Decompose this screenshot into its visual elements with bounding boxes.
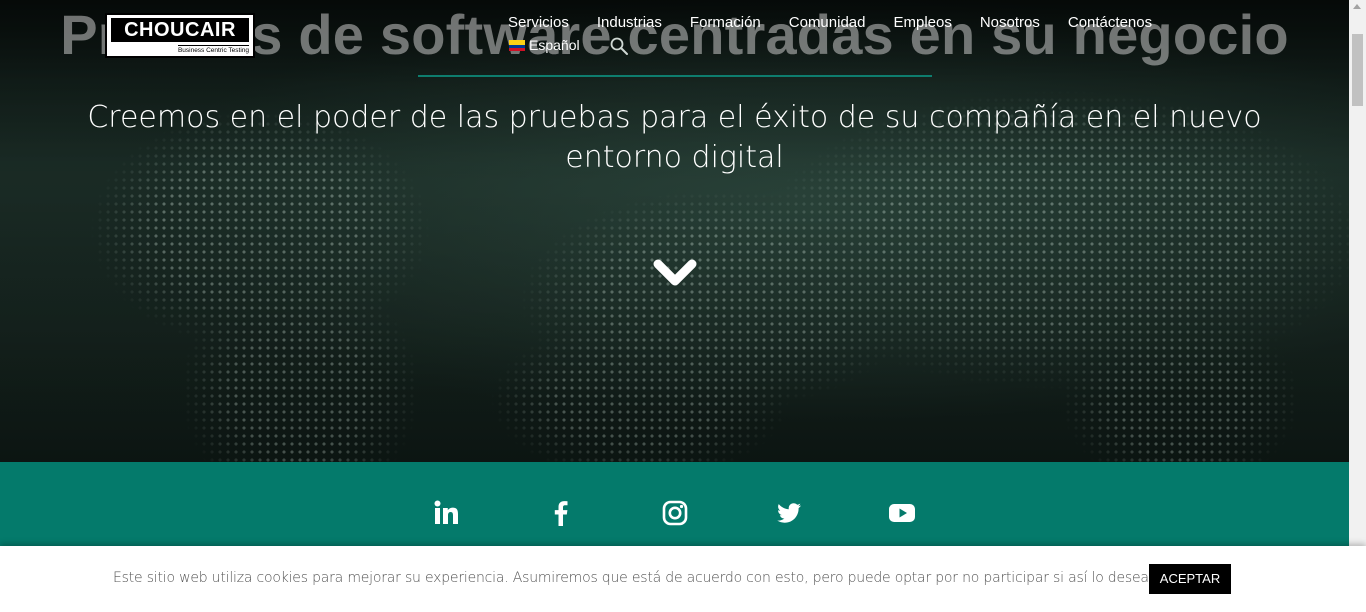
nav-item-nosotros[interactable]: Nosotros — [980, 14, 1040, 32]
hero-subtitle: Creemos en el poder de las pruebas para … — [87, 100, 1262, 175]
chevron-down-icon[interactable] — [652, 254, 698, 290]
hero-divider — [418, 75, 932, 77]
facebook-icon[interactable] — [547, 499, 575, 527]
nav-item-comunidad[interactable]: Comunidad — [789, 14, 866, 32]
cookie-consent-bar: Este sitio web utiliza cookies para mejo… — [0, 546, 1366, 612]
top-navigation: CHOUCAIR Business Centric Testing Servic… — [0, 0, 1349, 66]
nav-item-industrias[interactable]: Industrias — [597, 14, 662, 32]
scrollbar-thumb[interactable] — [1352, 34, 1363, 106]
accept-cookies-button[interactable]: ACEPTAR — [1149, 564, 1231, 594]
language-selector[interactable]: Español — [509, 37, 580, 53]
hero-section: Pruebas de software centradas en su nego… — [0, 0, 1349, 462]
social-links-bar — [0, 462, 1349, 552]
logo-wordmark: CHOUCAIR — [111, 18, 249, 42]
nav-item-formacion[interactable]: Formación — [690, 14, 761, 32]
logo[interactable]: CHOUCAIR Business Centric Testing — [105, 13, 255, 58]
cookie-message: Este sitio web utiliza cookies para mejo… — [113, 570, 1154, 586]
logo-tagline: Business Centric Testing — [177, 45, 249, 54]
nav-item-servicios[interactable]: Servicios — [508, 14, 569, 32]
scroll-up-arrow-icon[interactable] — [1353, 4, 1361, 9]
search-icon[interactable] — [609, 36, 629, 56]
nav-item-empleos[interactable]: Empleos — [893, 14, 951, 32]
instagram-icon[interactable] — [661, 499, 689, 527]
linkedin-icon[interactable] — [433, 499, 461, 527]
twitter-icon[interactable] — [775, 499, 803, 527]
vertical-scrollbar[interactable] — [1349, 0, 1366, 612]
youtube-icon[interactable] — [888, 499, 916, 527]
language-label: Español — [529, 37, 580, 53]
nav-menu: Servicios Industrias Formación Comunidad… — [508, 14, 1152, 32]
colombia-flag-icon — [509, 39, 525, 51]
nav-item-contactenos[interactable]: Contáctenos — [1068, 14, 1152, 32]
